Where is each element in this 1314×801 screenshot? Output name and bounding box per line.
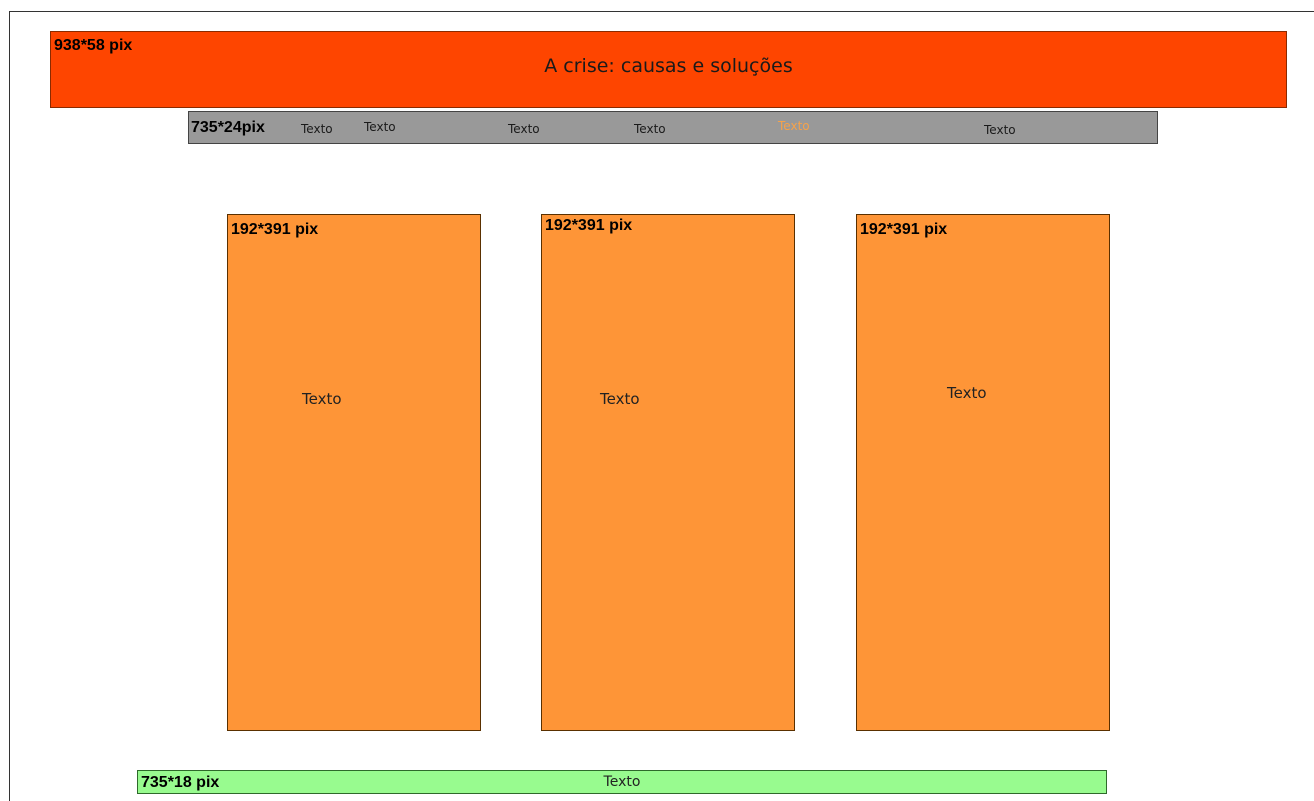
column-2-text: Texto bbox=[600, 390, 640, 408]
nav-item-3[interactable]: Texto bbox=[508, 122, 540, 136]
header-dimension-label: 938*58 pix bbox=[54, 37, 133, 54]
column-2-dimension-label: 192*391 pix bbox=[545, 217, 633, 234]
column-1-dimension-label: 192*391 pix bbox=[231, 221, 319, 238]
column-1-text: Texto bbox=[302, 390, 342, 408]
nav-item-1[interactable]: Texto bbox=[301, 122, 333, 136]
nav-item-5-active[interactable]: Texto bbox=[778, 119, 810, 133]
nav-bar-dimension-label: 735*24pix bbox=[191, 119, 265, 136]
footer-text: Texto bbox=[603, 774, 641, 790]
nav-item-2[interactable]: Texto bbox=[364, 120, 396, 134]
header-block: 938*58 pix A crise: causas e soluções bbox=[50, 31, 1287, 108]
nav-item-4[interactable]: Texto bbox=[634, 122, 666, 136]
footer-block: 735*18 pix Texto bbox=[137, 770, 1107, 794]
column-3-text: Texto bbox=[947, 384, 987, 402]
content-column-2: 192*391 pix Texto bbox=[541, 214, 795, 731]
content-column-3: 192*391 pix Texto bbox=[856, 214, 1110, 731]
nav-bar: 735*24pix Texto Texto Texto Texto Texto … bbox=[188, 111, 1158, 144]
page-title: A crise: causas e soluções bbox=[544, 55, 793, 77]
nav-item-6[interactable]: Texto bbox=[984, 123, 1016, 137]
column-3-dimension-label: 192*391 pix bbox=[860, 221, 948, 238]
content-column-1: 192*391 pix Texto bbox=[227, 214, 481, 731]
